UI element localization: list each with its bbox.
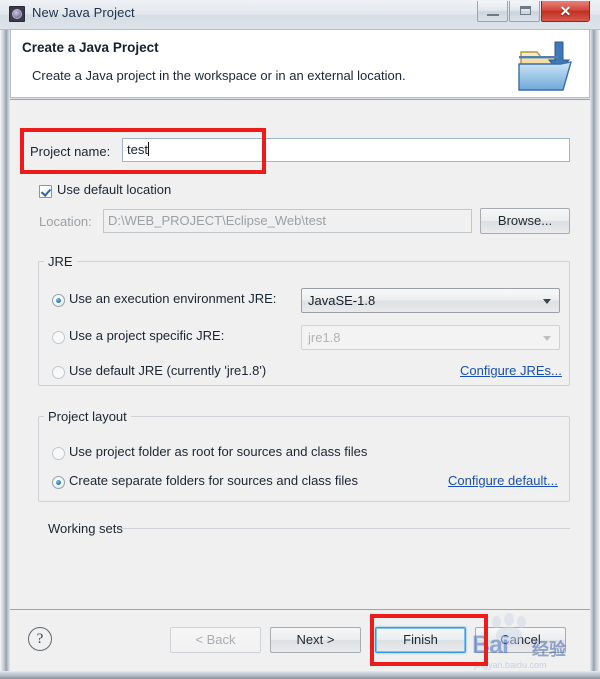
help-icon[interactable]: ? bbox=[28, 627, 52, 651]
close-button[interactable]: ✕ bbox=[541, 1, 590, 22]
dialog-button-bar: ? < Back Next > Finish Cancel bbox=[10, 609, 590, 671]
radio-project-specific-jre-label: Use a project specific JRE: bbox=[69, 328, 225, 343]
radio-project-folder-root[interactable] bbox=[52, 447, 65, 460]
project-specific-jre-value: jre1.8 bbox=[308, 330, 341, 345]
wizard-header: Create a Java Project Create a Java proj… bbox=[10, 30, 590, 98]
wizard-body: Project name: test Use default location … bbox=[10, 99, 590, 609]
use-default-location-checkbox[interactable] bbox=[39, 185, 52, 198]
page-title: Create a Java Project bbox=[22, 40, 159, 55]
radio-execution-environment-jre[interactable] bbox=[52, 294, 65, 307]
new-java-project-folder-icon bbox=[518, 41, 572, 91]
working-sets-group-label: Working sets bbox=[44, 521, 127, 536]
window-frame-bottom bbox=[0, 671, 600, 679]
finish-button[interactable]: Finish bbox=[375, 627, 466, 653]
title-bar: New Java Project ✕ bbox=[0, 0, 600, 30]
minimize-icon bbox=[487, 14, 499, 16]
location-label: Location: bbox=[39, 214, 92, 229]
use-default-location-label: Use default location bbox=[57, 182, 172, 197]
project-layout-group-label: Project layout bbox=[44, 409, 131, 424]
radio-separate-folders-label: Create separate folders for sources and … bbox=[69, 473, 359, 488]
new-java-project-dialog: New Java Project ✕ Create a Java Project… bbox=[0, 0, 600, 679]
next-button[interactable]: Next > bbox=[270, 627, 361, 653]
back-button: < Back bbox=[170, 627, 261, 653]
maximize-button[interactable] bbox=[509, 1, 540, 22]
cancel-button[interactable]: Cancel bbox=[475, 627, 566, 653]
working-sets-divider bbox=[120, 528, 570, 529]
radio-default-jre-label: Use default JRE (currently 'jre1.8') bbox=[69, 363, 267, 378]
radio-project-specific-jre[interactable] bbox=[52, 331, 65, 344]
location-input: D:\WEB_PROJECT\Eclipse_Web\test bbox=[103, 209, 472, 233]
eclipse-wizard-icon bbox=[9, 6, 25, 22]
radio-execution-environment-jre-label: Use an execution environment JRE: bbox=[69, 291, 277, 306]
chevron-down-icon bbox=[543, 299, 551, 304]
window-title: New Java Project bbox=[32, 5, 135, 20]
minimize-button[interactable] bbox=[477, 1, 508, 22]
radio-default-jre[interactable] bbox=[52, 366, 65, 379]
window-frame-right bbox=[590, 0, 600, 679]
project-layout-group bbox=[38, 416, 570, 502]
location-value: D:\WEB_PROJECT\Eclipse_Web\test bbox=[108, 213, 326, 228]
chevron-down-icon bbox=[543, 336, 551, 341]
project-name-input[interactable]: test bbox=[122, 138, 570, 162]
execution-environment-value: JavaSE-1.8 bbox=[308, 293, 376, 308]
radio-separate-folders[interactable] bbox=[52, 476, 65, 489]
execution-environment-combo[interactable]: JavaSE-1.8 bbox=[301, 288, 560, 313]
eclipse-emblem-icon bbox=[12, 9, 22, 19]
page-description: Create a Java project in the workspace o… bbox=[32, 68, 406, 83]
jre-group-label: JRE bbox=[44, 254, 77, 269]
project-name-label: Project name: bbox=[30, 144, 111, 159]
radio-project-folder-root-label: Use project folder as root for sources a… bbox=[69, 444, 368, 459]
project-name-value: test bbox=[127, 142, 148, 157]
close-icon: ✕ bbox=[559, 3, 572, 19]
project-specific-jre-combo: jre1.8 bbox=[301, 325, 560, 350]
maximize-icon bbox=[520, 6, 531, 15]
configure-jres-link[interactable]: Configure JREs... bbox=[460, 363, 562, 378]
text-caret bbox=[147, 142, 149, 156]
configure-default-link[interactable]: Configure default... bbox=[448, 473, 558, 488]
browse-button[interactable]: Browse... bbox=[480, 208, 570, 234]
window-frame-left bbox=[0, 0, 10, 679]
